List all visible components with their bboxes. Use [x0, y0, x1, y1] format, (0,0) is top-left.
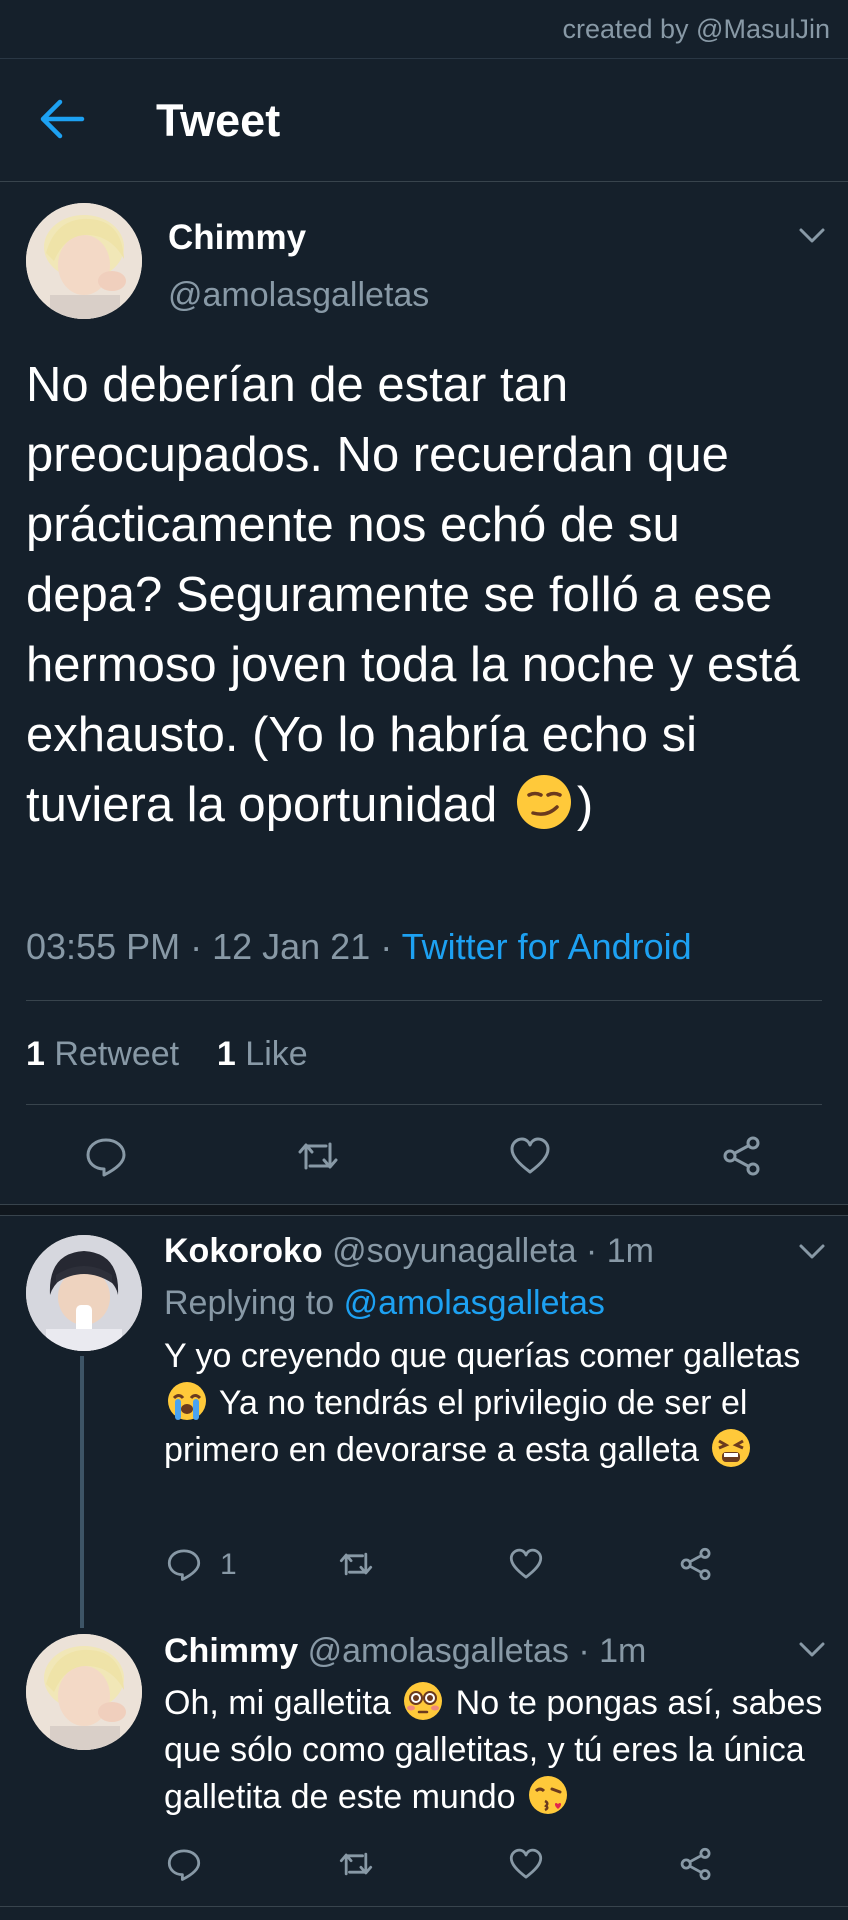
arrow-left-icon [40, 99, 85, 139]
reply-time: 1m [599, 1632, 647, 1670]
reply-button[interactable] [166, 1546, 202, 1582]
reply-button[interactable] [84, 1134, 128, 1178]
share-button[interactable] [678, 1546, 714, 1582]
loudly-crying-face-emoji [166, 1380, 208, 1422]
reply-time: 1m [606, 1232, 654, 1270]
author-handle[interactable]: @amolasgalletas [168, 276, 429, 315]
tweet-source-link[interactable]: Twitter for Android [402, 926, 692, 967]
smirking-face-emoji [515, 773, 573, 831]
section-separator [0, 1204, 848, 1216]
retweet-icon [298, 1142, 338, 1170]
divider [0, 1906, 848, 1907]
chevron-down-icon [799, 228, 825, 243]
reply-author-handle[interactable]: @amolasgalletas [308, 1632, 569, 1670]
tweet-options-chevron[interactable] [796, 224, 828, 248]
retweet-icon [339, 1852, 373, 1876]
reply-author-handle[interactable]: @soyunagalleta [332, 1232, 576, 1270]
tired-face-emoji [710, 1427, 752, 1469]
reply-header: Kokoroko @soyunagalleta · 1m [164, 1232, 654, 1270]
thread-line [80, 1356, 84, 1628]
tweet-meta: 03:55 PM · 12 Jan 21 · Twitter for Andro… [26, 926, 692, 967]
reply-text: Y yo creyendo que querías comer galletas… [164, 1337, 801, 1469]
reply-header: Chimmy @amolasgalletas · 1m [164, 1632, 647, 1670]
tweet-body: No deberían de estar tan preocupados. No… [26, 350, 826, 840]
share-icon [680, 1547, 711, 1581]
share-button[interactable] [678, 1846, 714, 1882]
author-name[interactable]: Chimmy [168, 218, 306, 258]
tweet-text: No deberían de estar tan preocupados. No… [26, 358, 800, 832]
share-icon [680, 1847, 711, 1881]
like-button[interactable] [508, 1546, 544, 1582]
likes-stat[interactable]: 1 Like [217, 1035, 308, 1073]
reply-options-chevron[interactable] [796, 1240, 828, 1264]
retweet-button[interactable] [338, 1846, 374, 1882]
replying-to: Replying to @amolasgalletas [164, 1284, 605, 1322]
share-button[interactable] [720, 1134, 764, 1178]
face-blowing-kiss-emoji [527, 1774, 569, 1816]
retweets-stat[interactable]: 1 Retweet [26, 1035, 179, 1073]
mention-link[interactable]: @amolasgalletas [344, 1284, 605, 1322]
avatar-chimmy[interactable] [26, 203, 142, 319]
credit-watermark: created by @MasulJin [562, 14, 830, 44]
tweet-time: 03:55 PM [26, 926, 181, 967]
reply-author-name[interactable]: Chimmy [164, 1632, 298, 1670]
heart-icon [509, 1548, 543, 1579]
reply-options-chevron[interactable] [796, 1638, 828, 1662]
heart-icon [510, 1137, 550, 1174]
chevron-down-icon [799, 1244, 825, 1259]
chevron-down-icon [799, 1642, 825, 1657]
top-bar: Tweet [0, 58, 848, 182]
reply-button[interactable] [166, 1846, 202, 1882]
reply-author-name[interactable]: Kokoroko [164, 1232, 323, 1270]
tweet-text-end: ) [576, 778, 594, 832]
like-button[interactable] [508, 1134, 552, 1178]
retweet-button[interactable] [338, 1546, 374, 1582]
avatar-kokoroko[interactable] [26, 1235, 142, 1351]
share-icon [723, 1136, 760, 1176]
reply-icon [167, 1849, 201, 1881]
heart-icon [509, 1848, 543, 1879]
reply-icon [86, 1138, 126, 1177]
reply-text: Oh, mi galletita No te pongas así, sabes… [164, 1680, 824, 1821]
retweet-button[interactable] [296, 1134, 340, 1178]
tweet-date: 12 Jan 21 [212, 926, 371, 967]
like-button[interactable] [508, 1846, 544, 1882]
tweet-stats: 1 Retweet 1 Like [26, 1035, 308, 1074]
reply-icon [167, 1549, 201, 1581]
retweet-icon [339, 1552, 373, 1576]
divider [26, 1000, 822, 1001]
avatar-chimmy[interactable] [26, 1634, 142, 1750]
reply-count: 1 [220, 1548, 237, 1581]
page-title: Tweet [156, 95, 281, 146]
divider [26, 1104, 822, 1105]
flushed-face-emoji [402, 1680, 444, 1722]
back-button[interactable] [38, 97, 86, 141]
